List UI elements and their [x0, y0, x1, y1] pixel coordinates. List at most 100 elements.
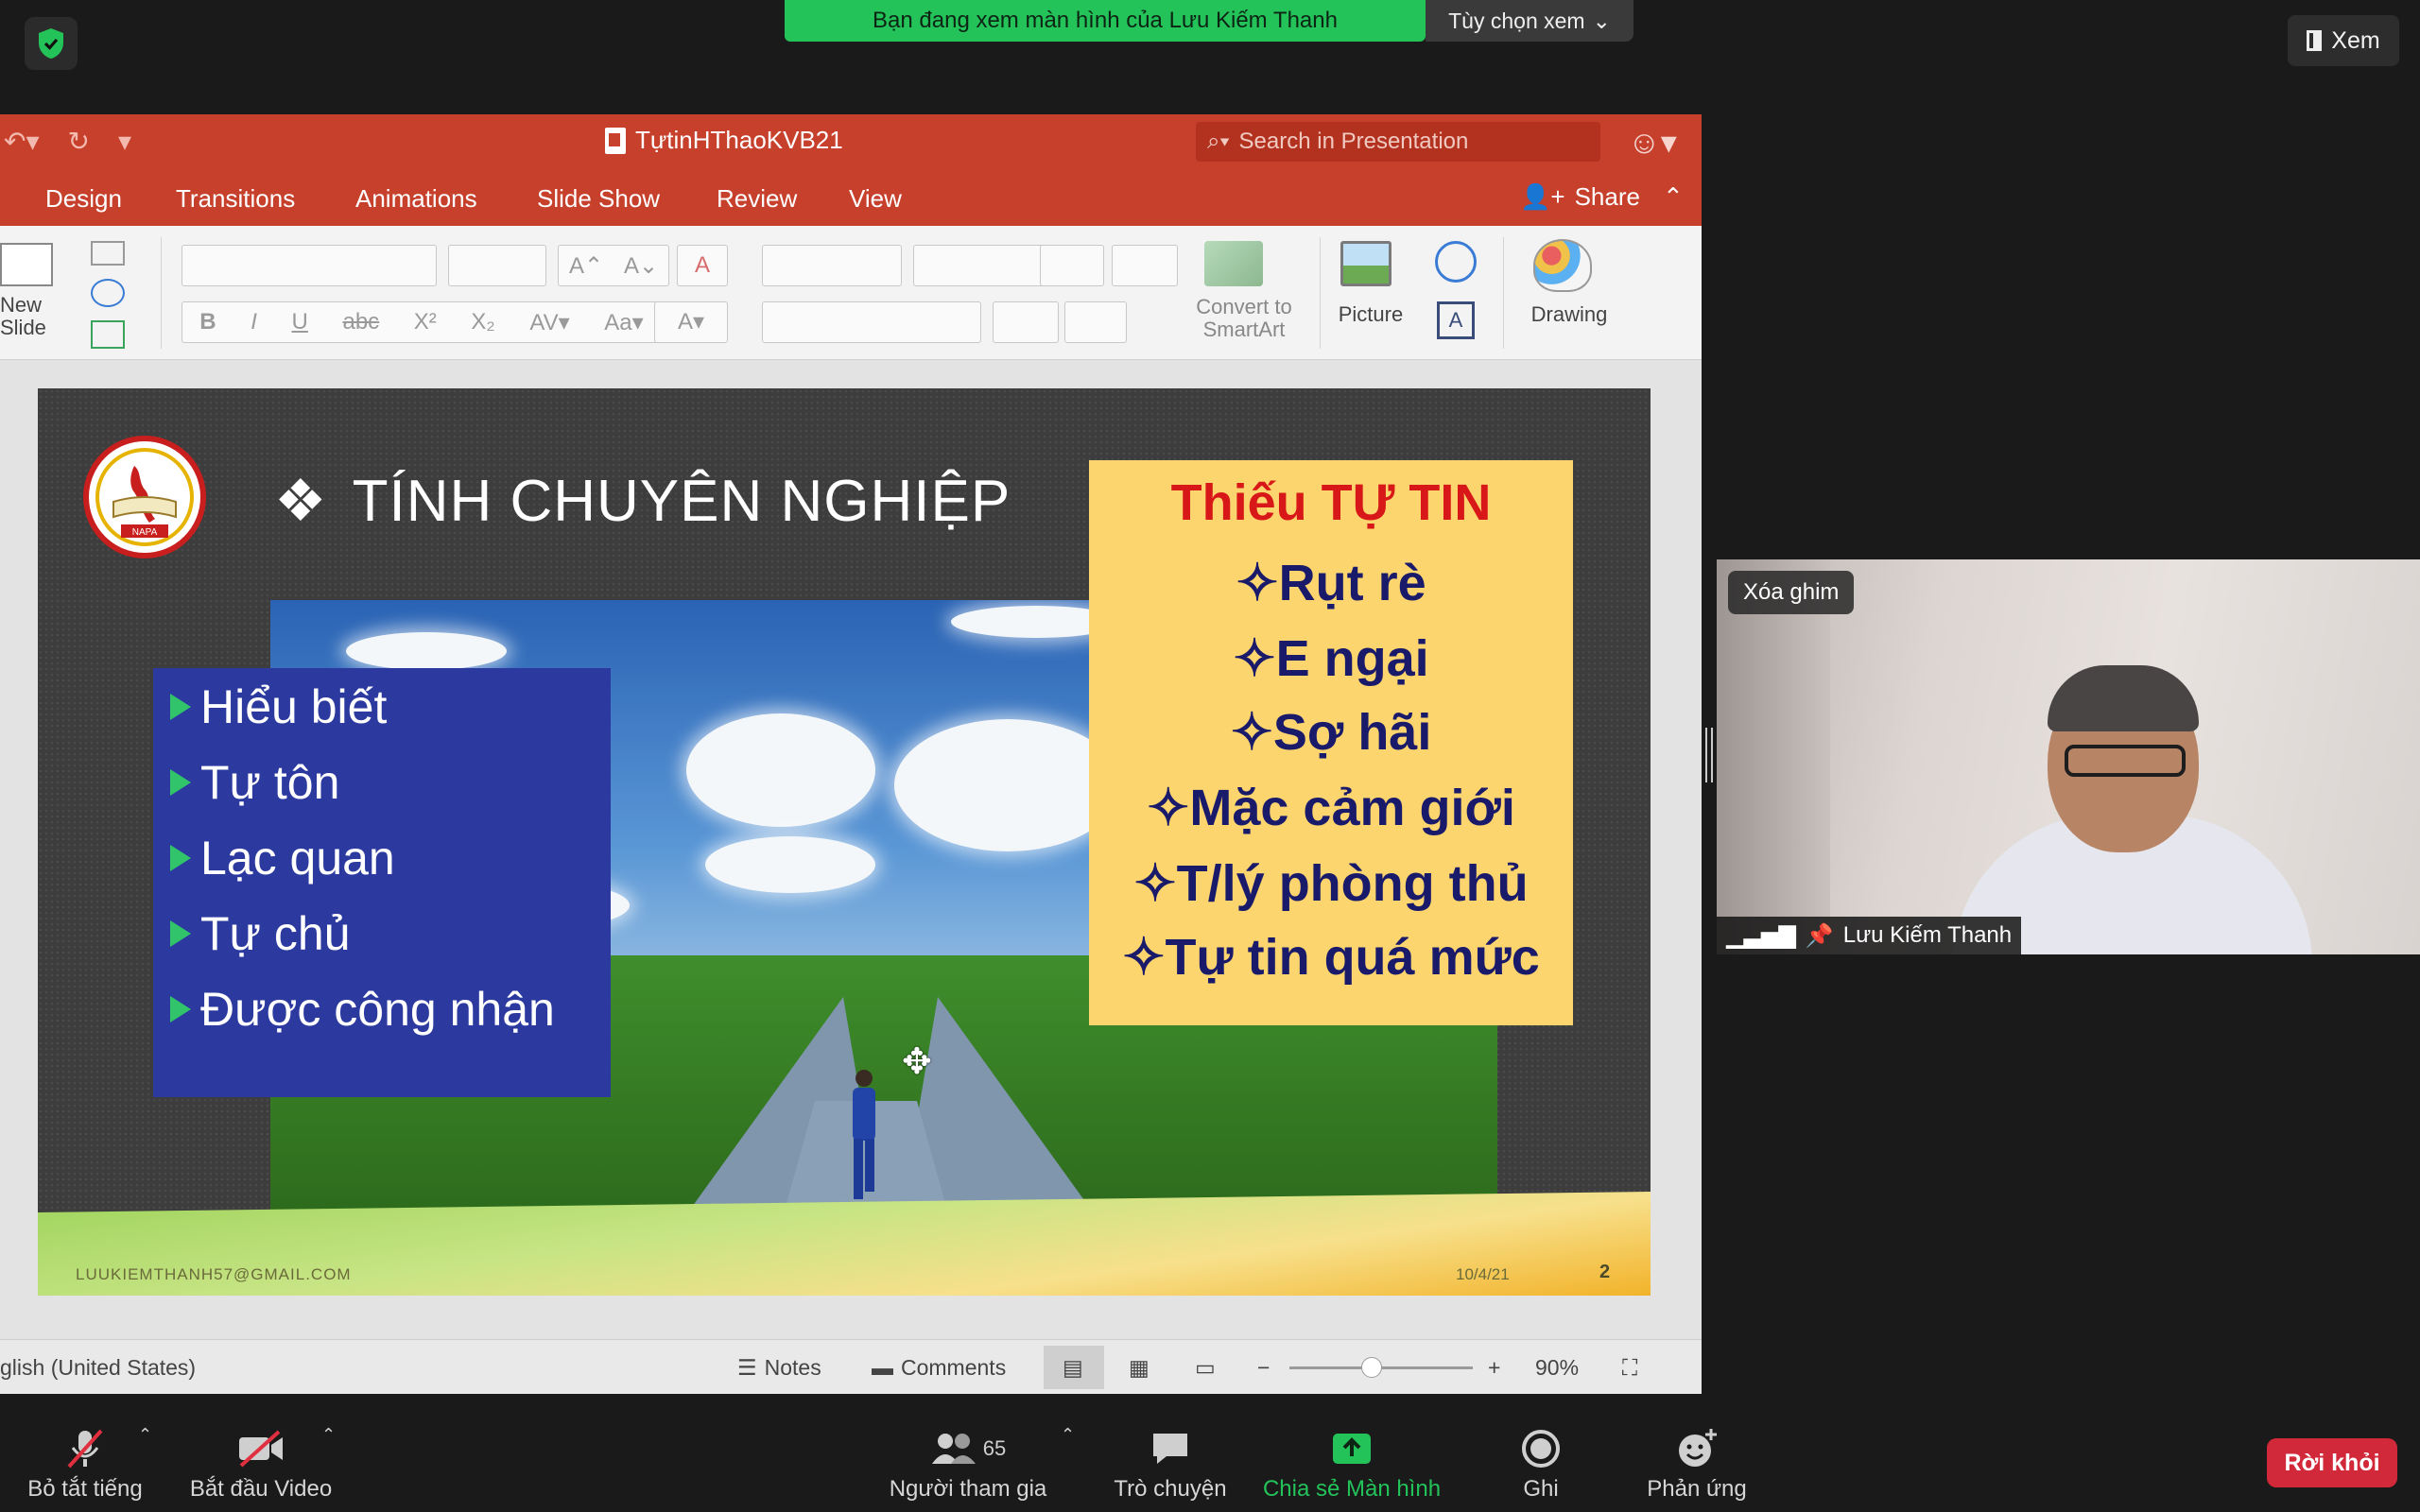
- layout-icon[interactable]: [91, 241, 125, 266]
- language-status[interactable]: glish (United States): [0, 1355, 196, 1381]
- view-options-dropdown[interactable]: Tùy chọn xem ⌄: [1426, 0, 1634, 42]
- fit-slide-icon[interactable]: ⛶: [1622, 1355, 1637, 1381]
- picture-icon[interactable]: [1340, 241, 1392, 286]
- view-button[interactable]: Xem: [2288, 15, 2399, 66]
- section-icon[interactable]: [91, 320, 125, 349]
- slide-date: 10/4/21: [1456, 1265, 1510, 1283]
- qualities-list-box: Hiểu biết Tự tôn Lạc quan Tự chủ Được cô…: [153, 668, 611, 1097]
- comments-button[interactable]: ▬ Comments: [872, 1355, 1006, 1381]
- feedback-smiley-icon[interactable]: ☺▾: [1628, 124, 1677, 162]
- notes-button[interactable]: ☰ Notes: [737, 1355, 821, 1381]
- ppt-document-icon: [605, 127, 626, 154]
- list-item: ✧E ngại: [1233, 630, 1429, 687]
- collapse-ribbon-icon[interactable]: ⌃: [1663, 182, 1684, 212]
- new-slide-icon[interactable]: [0, 243, 53, 286]
- tab-review[interactable]: Review: [717, 184, 797, 214]
- zoom-slider-handle[interactable]: [1361, 1357, 1382, 1378]
- customize-toolbar-icon[interactable]: ▾: [118, 126, 131, 157]
- superscript-icon[interactable]: X²: [414, 309, 437, 335]
- participants-button[interactable]: 65 Người tham gia: [883, 1412, 1053, 1512]
- participant-video-tile[interactable]: Xóa ghim ▁▃▅▇ 📌 Lưu Kiếm Thanh: [1717, 559, 2420, 954]
- tab-transitions[interactable]: Transitions: [176, 184, 295, 214]
- list-item: Lạc quan: [170, 831, 395, 885]
- alignment-buttons[interactable]: [762, 301, 981, 343]
- triangle-bullet-icon: [170, 694, 191, 720]
- zoom-level[interactable]: 90%: [1535, 1355, 1579, 1381]
- ribbon-toolbar: New Slide A⌃ A⌄ A B I U abc X² X₂ AV▾ Aa▾…: [0, 226, 1702, 360]
- zoom-in-icon[interactable]: +: [1488, 1355, 1500, 1381]
- font-size-select[interactable]: [448, 245, 546, 286]
- ppt-titlebar: ↶▾ ↻ ▾ TựtinHThaoKVB21 ⌕▾ Search in Pres…: [0, 114, 1702, 171]
- share-screen-button[interactable]: Chia sẻ Màn hình: [1257, 1412, 1446, 1512]
- align-text-icon[interactable]: [1064, 301, 1127, 343]
- napa-logo: NAPA: [83, 436, 206, 558]
- slide-canvas[interactable]: NAPA ❖ TÍNH CHUYÊN NGHIỆP Hiểu biết Tự t…: [0, 360, 1702, 1339]
- leave-meeting-button[interactable]: Rời khỏi: [2267, 1438, 2397, 1487]
- participant-glasses: [2065, 745, 2186, 777]
- italic-icon[interactable]: I: [251, 309, 257, 335]
- record-button[interactable]: Ghi: [1494, 1412, 1588, 1512]
- text-direction-icon[interactable]: [993, 301, 1059, 343]
- slide-sorter-icon[interactable]: ▦: [1129, 1355, 1150, 1381]
- reset-icon[interactable]: [91, 279, 125, 307]
- shapes-icon[interactable]: [1435, 241, 1477, 283]
- video-background: [1717, 559, 1830, 954]
- textbox-icon[interactable]: A: [1437, 301, 1475, 339]
- character-spacing-icon[interactable]: AV▾: [529, 309, 569, 336]
- bullets-icon[interactable]: [762, 245, 902, 286]
- tab-animations[interactable]: Animations: [355, 184, 477, 214]
- drawing-palette-icon[interactable]: [1533, 239, 1592, 292]
- panel-resize-handle[interactable]: [1705, 728, 1713, 782]
- share-label: Share: [1574, 182, 1640, 211]
- ribbon-separator: [1320, 237, 1321, 349]
- cloud: [686, 713, 875, 827]
- mute-button[interactable]: Bỏ tắt tiếng: [19, 1412, 151, 1512]
- redo-icon[interactable]: ↻: [68, 126, 90, 157]
- font-family-select[interactable]: [182, 245, 437, 286]
- security-shield-icon[interactable]: [25, 17, 78, 70]
- subscript-icon[interactable]: X₂: [471, 309, 494, 335]
- picture-label: Picture: [1338, 302, 1404, 326]
- strikethrough-icon[interactable]: abc: [342, 309, 379, 335]
- search-in-presentation-input[interactable]: ⌕▾ Search in Presentation: [1196, 122, 1600, 162]
- bold-icon[interactable]: B: [199, 309, 216, 335]
- reactions-button[interactable]: Phản ứng: [1635, 1412, 1758, 1512]
- clear-format-icon[interactable]: A: [677, 245, 728, 286]
- new-slide-label: New Slide: [0, 293, 46, 339]
- tab-design[interactable]: Design: [45, 184, 122, 214]
- slide-heading: ❖ TÍNH CHUYÊN NGHIỆP: [274, 466, 1011, 535]
- start-video-button[interactable]: Bắt đầu Video: [185, 1412, 337, 1512]
- search-placeholder: Search in Presentation: [1238, 129, 1469, 154]
- zoom-out-icon[interactable]: −: [1257, 1355, 1270, 1381]
- slide[interactable]: NAPA ❖ TÍNH CHUYÊN NGHIỆP Hiểu biết Tự t…: [38, 388, 1651, 1296]
- lack-of-confidence-box: Thiếu TỰ TIN ✧Rụt rè ✧E ngại ✧Sợ hãi ✧Mặ…: [1089, 460, 1573, 1025]
- smartart-icon[interactable]: [1204, 241, 1263, 286]
- share-button[interactable]: 👤+ Share ⌃: [1520, 182, 1684, 212]
- chevron-down-icon: ⌄: [1592, 8, 1611, 33]
- change-case-icon[interactable]: Aa▾: [604, 309, 643, 336]
- triangle-bullet-icon: [170, 769, 191, 796]
- presenter-view-icon[interactable]: ▭: [1195, 1355, 1216, 1381]
- increase-font-icon[interactable]: A⌃: [569, 252, 603, 280]
- comment-icon: ▬: [872, 1355, 893, 1380]
- font-color-icon[interactable]: A▾: [654, 301, 728, 343]
- video-options-caret[interactable]: ⌃: [321, 1425, 336, 1445]
- ppt-status-bar: glish (United States) ☰ Notes ▬ Comments ▤…: [0, 1339, 1702, 1394]
- mute-options-caret[interactable]: ⌃: [138, 1425, 152, 1445]
- unpin-button[interactable]: Xóa ghim: [1728, 571, 1855, 614]
- participants-options-caret[interactable]: ⌃: [1061, 1425, 1075, 1445]
- font-size-buttons[interactable]: A⌃ A⌄: [558, 245, 669, 286]
- tab-view[interactable]: View: [849, 184, 902, 214]
- columns-icon[interactable]: [1112, 245, 1178, 286]
- tab-slide-show[interactable]: Slide Show: [537, 184, 660, 214]
- chat-button[interactable]: Trò chuyện: [1104, 1412, 1236, 1512]
- right-box-title: Thiếu TỰ TIN: [1170, 474, 1492, 531]
- underline-icon[interactable]: U: [292, 309, 308, 335]
- pin-icon: 📌: [1805, 922, 1834, 949]
- move-cursor-icon: ✥: [902, 1042, 932, 1082]
- decrease-font-icon[interactable]: A⌄: [624, 252, 658, 280]
- undo-icon[interactable]: ↶▾: [4, 126, 40, 157]
- line-spacing-icon[interactable]: [1040, 245, 1104, 286]
- cloud: [346, 632, 507, 670]
- indent-icon[interactable]: [913, 245, 1049, 286]
